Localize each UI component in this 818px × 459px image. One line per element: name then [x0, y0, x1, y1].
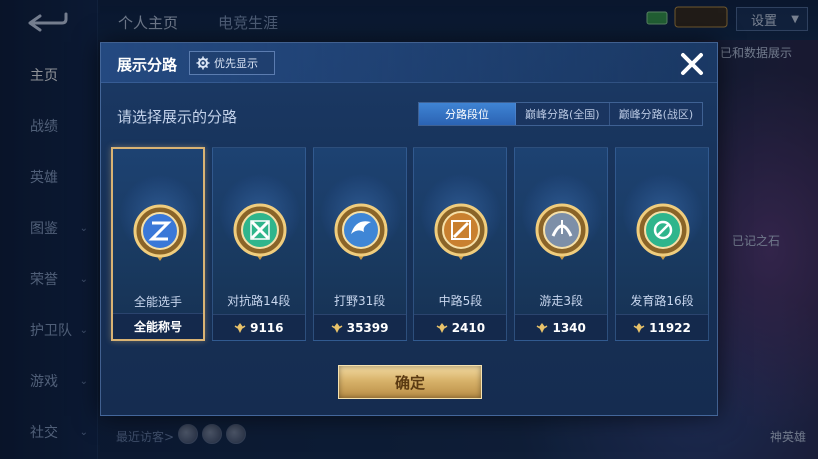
lane-score-footer: 2410	[414, 314, 507, 340]
lane-type-segmented-control: 分路段位 巅峰分路(全国) 巅峰分路(战区)	[418, 102, 704, 126]
lane-score-footer: 9116	[212, 314, 305, 340]
dialog-subtitle: 请选择展示的分路	[117, 108, 238, 126]
lane-rank-label: 打野31段	[333, 294, 386, 308]
lane-score-footer: 35399	[313, 314, 406, 340]
lane-rank-label: 中路5段	[438, 294, 483, 308]
lane-rank-label: 全能选手	[133, 295, 182, 309]
lane-card[interactable]: 中路5段 2410	[413, 147, 508, 341]
lane-score-footer: 1340	[515, 314, 608, 340]
lane-display-dialog: 展示分路 优先显示 请选择展示的分路 分路段位 巅峰分路(全国) 巅峰分路(战区) …	[100, 42, 718, 416]
lane-card-list: 全能选手 全能称号 对抗路14段 9116 打野31段 35399 中路5段 2410 游走3段…	[111, 147, 709, 341]
lane-score-value: 35399	[346, 320, 389, 335]
lane-score-value: 11922	[649, 320, 691, 335]
segment-tab[interactable]: 巅峰分路(战区)	[609, 103, 703, 125]
power-score-icon	[331, 322, 343, 333]
lane-score-value: 9116	[250, 320, 284, 335]
lane-card[interactable]: 打野31段 35399	[312, 147, 407, 341]
lane-score-value: 1340	[552, 320, 586, 335]
confirm-button[interactable]: 确定	[338, 365, 482, 399]
clash-lane-emblem-icon	[233, 200, 287, 262]
priority-display-label: 优先显示	[214, 57, 258, 70]
lane-rank-label: 对抗路14段	[227, 294, 291, 308]
lane-card[interactable]: 游走3段 1340	[514, 147, 609, 341]
lane-card[interactable]: 全能选手 全能称号	[111, 147, 205, 341]
lane-score-footer: 11922	[616, 314, 708, 340]
gear-icon	[196, 56, 210, 70]
jungle-emblem-icon	[334, 200, 388, 262]
priority-display-button[interactable]: 优先显示	[189, 51, 275, 75]
power-score-icon	[633, 322, 645, 333]
close-button[interactable]	[677, 49, 707, 79]
power-score-icon	[537, 322, 548, 333]
lane-score-footer: 全能称号	[113, 313, 203, 339]
segment-tab[interactable]: 分路段位	[419, 103, 516, 125]
roam-emblem-icon	[535, 200, 589, 262]
all-round-emblem-icon	[133, 201, 187, 263]
dialog-header: 展示分路 优先显示	[101, 43, 717, 83]
power-score-icon	[436, 322, 448, 333]
power-score-icon	[234, 322, 246, 333]
segment-tab[interactable]: 巅峰分路(全国)	[516, 103, 610, 125]
lane-score-value: 全能称号	[133, 320, 182, 334]
farm-lane-emblem-icon	[636, 200, 690, 262]
lane-rank-label: 发育路16段	[630, 294, 694, 308]
lane-score-value: 2410	[451, 320, 486, 335]
dialog-title: 展示分路	[117, 56, 178, 74]
lane-rank-label: 游走3段	[539, 294, 583, 308]
mid-lane-emblem-icon	[434, 200, 488, 262]
close-icon	[681, 53, 703, 75]
lane-card[interactable]: 发育路16段 11922	[615, 147, 709, 341]
lane-card[interactable]: 对抗路14段 9116	[211, 147, 306, 341]
confirm-label: 确定	[394, 373, 425, 392]
